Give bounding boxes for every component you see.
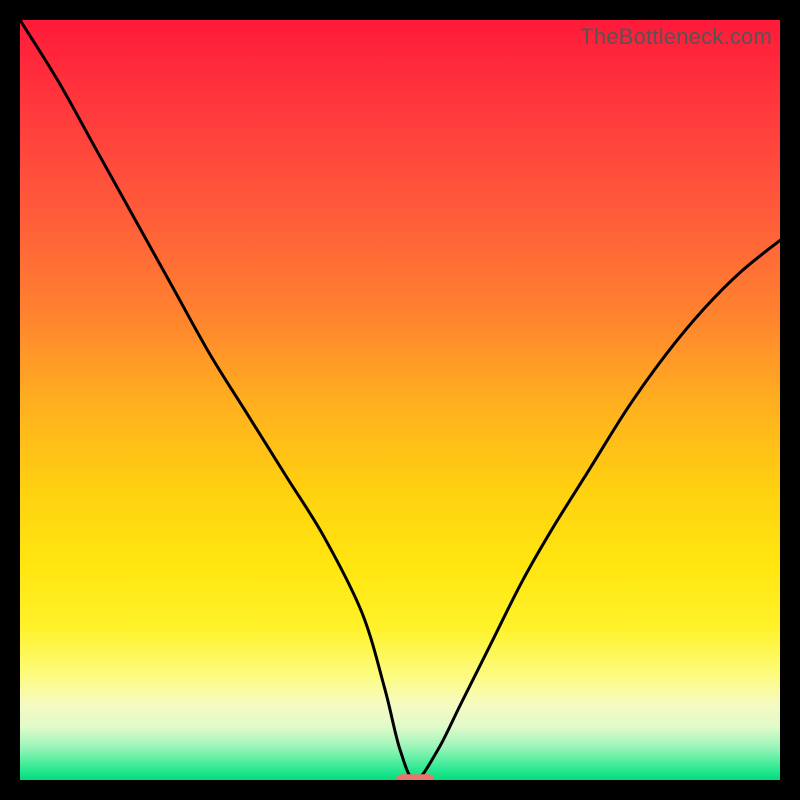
bottleneck-chart [20,20,780,780]
chart-background [20,20,780,780]
watermark-text: TheBottleneck.com [580,24,772,50]
optimal-marker [396,774,434,780]
chart-frame: TheBottleneck.com [20,20,780,780]
